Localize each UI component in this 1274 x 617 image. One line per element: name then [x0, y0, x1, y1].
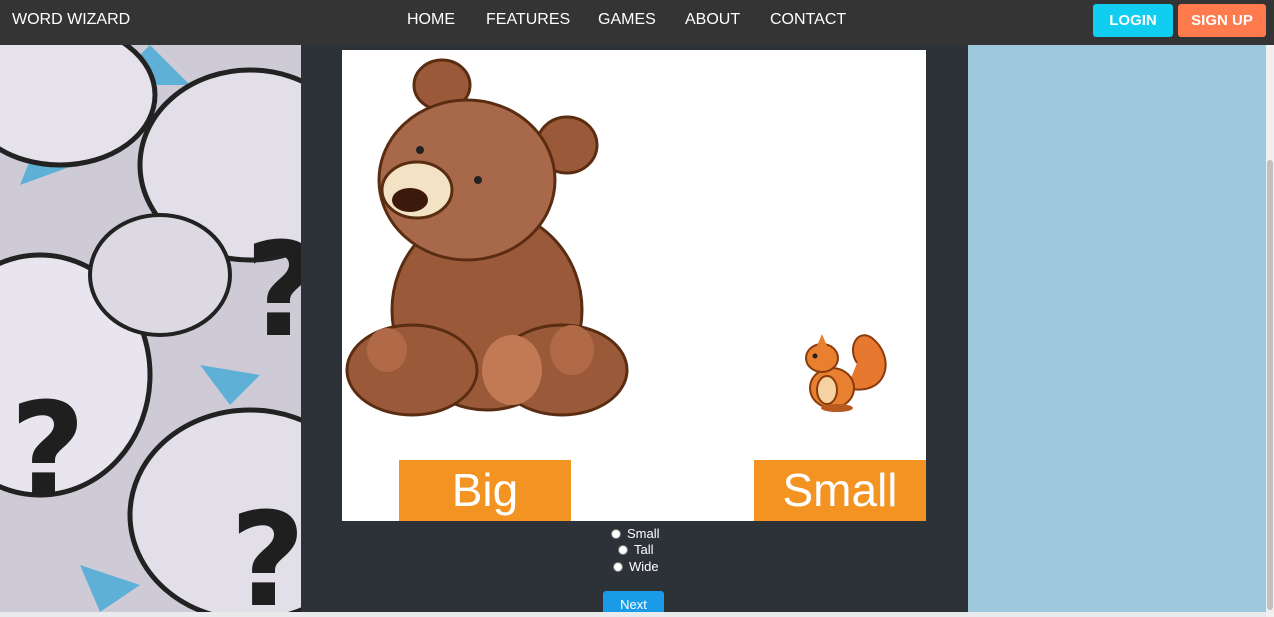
navbar: WORD WIZARD HOME FEATURES GAMES ABOUT CO…	[0, 0, 1274, 45]
svg-text:?: ?	[10, 374, 85, 526]
svg-text:?: ?	[245, 214, 301, 366]
nav-home[interactable]: HOME	[407, 11, 455, 29]
nav-links: HOME FEATURES GAMES ABOUT CONTACT	[0, 11, 1274, 35]
option-wide-label: Wide	[629, 559, 659, 574]
game-card: Big Small	[342, 50, 926, 521]
option-tall-radio[interactable]	[618, 544, 628, 555]
big-label: Big	[399, 460, 571, 521]
option-tall[interactable]: Tall	[618, 542, 654, 557]
nav-about[interactable]: ABOUT	[685, 11, 740, 29]
speech-bubbles-illustration: ? ? ?	[0, 45, 301, 612]
option-wide-radio[interactable]	[613, 561, 623, 572]
bear-image	[345, 58, 629, 417]
svg-text:?: ?	[230, 484, 301, 612]
option-tall-label: Tall	[634, 542, 654, 557]
question-bubbles-background: ? ? ?	[0, 45, 301, 612]
option-small-radio[interactable]	[611, 528, 621, 539]
nav-contact[interactable]: CONTACT	[770, 11, 846, 29]
blue-paper-background	[968, 45, 1266, 612]
signup-button[interactable]: SIGN UP	[1178, 4, 1266, 37]
squirrel-image	[805, 334, 887, 412]
nav-features[interactable]: FEATURES	[486, 11, 570, 29]
scrollbar-thumb[interactable]	[1267, 160, 1273, 610]
option-wide[interactable]: Wide	[613, 559, 659, 574]
bottom-edge	[0, 612, 1266, 617]
nav-games[interactable]: GAMES	[598, 11, 656, 29]
option-small-label: Small	[627, 526, 660, 541]
small-label: Small	[754, 460, 926, 521]
option-small[interactable]: Small	[611, 526, 660, 541]
login-button[interactable]: LOGIN	[1093, 4, 1173, 37]
